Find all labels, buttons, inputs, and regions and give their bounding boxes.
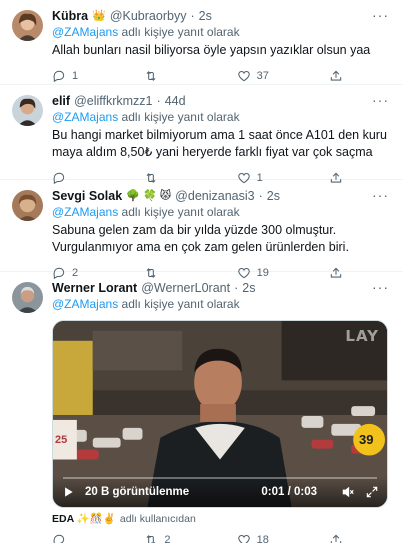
reply-context: @ZAMajans adlı kişiye yanıt olarak xyxy=(52,297,391,312)
separator-dot: · xyxy=(258,189,263,203)
reply-context: @ZAMajans adlı kişiye yanıt olarak xyxy=(52,25,391,40)
attribution-name[interactable]: EDA ✨🎊✌️ xyxy=(52,512,116,525)
tweet-actions: 2 18 xyxy=(52,531,391,543)
reply-context: @ZAMajans adlı kişiye yanıt olarak xyxy=(52,110,391,125)
reply-count: 1 xyxy=(72,70,79,82)
retweet-button[interactable]: 2 xyxy=(144,533,184,543)
tweet-time[interactable]: 2s xyxy=(242,280,255,296)
channel-logo: LAY xyxy=(345,327,379,345)
mention-link[interactable]: @ZAMajans xyxy=(52,297,118,311)
author-emoji: 👑 xyxy=(92,10,106,22)
author-handle[interactable]: @Kubraorbyy xyxy=(110,8,187,24)
reply-context-text: adlı kişiye yanıt olarak xyxy=(121,25,240,39)
tweet-time[interactable]: 44d xyxy=(165,93,186,109)
reply-icon xyxy=(53,534,65,543)
avatar[interactable] xyxy=(12,190,43,221)
video-progress-bar[interactable] xyxy=(63,477,377,479)
price-sign-left: 25 xyxy=(55,434,68,446)
more-icon[interactable]: ··· xyxy=(372,8,389,22)
reply-button[interactable]: 1 xyxy=(52,69,92,83)
tweet-text: Sabuna gelen zam da bir yılda yüzde 300 … xyxy=(52,223,349,254)
like-button[interactable]: 37 xyxy=(237,69,277,83)
tweet-header: elif @eliffkrkmzz1 · 44d xyxy=(52,93,391,109)
retweet-button[interactable] xyxy=(144,69,184,83)
reply-context-text: adlı kişiye yanıt olarak xyxy=(121,297,240,311)
video-controls: 20 B görüntülenme 0:01 / 0:03 xyxy=(61,483,379,501)
more-icon[interactable]: ··· xyxy=(372,280,389,294)
avatar[interactable] xyxy=(12,95,43,126)
mute-icon[interactable] xyxy=(341,485,355,499)
view-count: 20 B görüntülenme xyxy=(85,486,190,498)
reply-context-text: adlı kişiye yanıt olarak xyxy=(121,110,240,124)
share-icon xyxy=(330,70,342,81)
author-name[interactable]: Sevgi Solak xyxy=(52,188,122,204)
share-button[interactable] xyxy=(329,533,343,543)
video-attribution: EDA ✨🎊✌️ adlı kullanıcıdan xyxy=(52,512,391,526)
author-name[interactable]: Kübra xyxy=(52,8,88,24)
retweet-icon xyxy=(146,535,156,543)
author-handle[interactable]: @denizanasi3 xyxy=(175,188,254,204)
price-sign: 39 xyxy=(359,432,374,447)
reply-feed: Kübra 👑 @Kubraorbyy · 2s ··· @ZAMajans a… xyxy=(0,0,403,543)
video-player[interactable]: 25 39 LAY 20 B görüntülenme 0:01 / 0:03 xyxy=(52,320,388,508)
mention-link[interactable]: @ZAMajans xyxy=(52,110,118,124)
tweet[interactable]: Sevgi Solak 🌳 🍀 😾 @denizanasi3 · 2s ··· … xyxy=(0,180,403,280)
separator-dot: · xyxy=(156,94,161,108)
author-handle[interactable]: @WernerL0rant xyxy=(141,280,230,296)
more-icon[interactable]: ··· xyxy=(372,188,389,202)
tweet-text: Allah bunları nasil biliyorsa öyle yapsı… xyxy=(52,43,371,57)
tweet-header: Kübra 👑 @Kubraorbyy · 2s xyxy=(52,8,391,24)
separator-dot: · xyxy=(234,281,239,295)
like-count: 18 xyxy=(256,534,269,543)
author-handle[interactable]: @eliffkrkmzz1 xyxy=(74,93,152,109)
retweet-icon xyxy=(146,71,156,81)
reply-context: @ZAMajans adlı kişiye yanıt olarak xyxy=(52,205,391,220)
avatar[interactable] xyxy=(12,10,43,41)
attribution-text: adlı kullanıcıdan xyxy=(119,512,196,525)
reply-button[interactable] xyxy=(52,533,92,543)
tweet-header: Sevgi Solak 🌳 🍀 😾 @denizanasi3 · 2s xyxy=(52,188,391,204)
video-time: 0:01 / 0:03 xyxy=(261,486,317,498)
retweet-count: 2 xyxy=(164,534,171,543)
tweet-time[interactable]: 2s xyxy=(267,188,280,204)
author-name[interactable]: elif xyxy=(52,93,70,109)
author-emoji: 🌳 🍀 😾 xyxy=(126,190,172,202)
heart-icon xyxy=(237,535,250,543)
share-icon xyxy=(330,534,342,543)
heart-icon xyxy=(237,71,250,82)
tweet-time[interactable]: 2s xyxy=(199,8,212,24)
like-button[interactable]: 18 xyxy=(237,533,277,543)
share-button[interactable] xyxy=(329,69,343,83)
tweet-header: Werner Lorant @WernerL0rant · 2s xyxy=(52,280,391,296)
tweet-actions: 1 37 xyxy=(52,67,391,85)
mention-link[interactable]: @ZAMajans xyxy=(52,25,118,39)
separator-dot: · xyxy=(190,9,195,23)
reply-context-text: adlı kişiye yanıt olarak xyxy=(121,205,240,219)
avatar[interactable] xyxy=(12,282,43,313)
tweet-text: Bu hangi market bilmiyorum ama 1 saat ön… xyxy=(52,128,387,159)
fullscreen-icon[interactable] xyxy=(365,485,379,499)
more-icon[interactable]: ··· xyxy=(372,93,389,107)
like-count: 37 xyxy=(256,70,269,82)
tweet[interactable]: Werner Lorant @WernerL0rant · 2s ··· @ZA… xyxy=(0,272,403,543)
author-name[interactable]: Werner Lorant xyxy=(52,280,137,296)
tweet[interactable]: Kübra 👑 @Kubraorbyy · 2s ··· @ZAMajans a… xyxy=(0,0,403,85)
tweet[interactable]: elif @eliffkrkmzz1 · 44d ··· @ZAMajans a… xyxy=(0,85,403,185)
mention-link[interactable]: @ZAMajans xyxy=(52,205,118,219)
reply-icon xyxy=(53,70,65,83)
play-icon[interactable] xyxy=(61,485,75,499)
